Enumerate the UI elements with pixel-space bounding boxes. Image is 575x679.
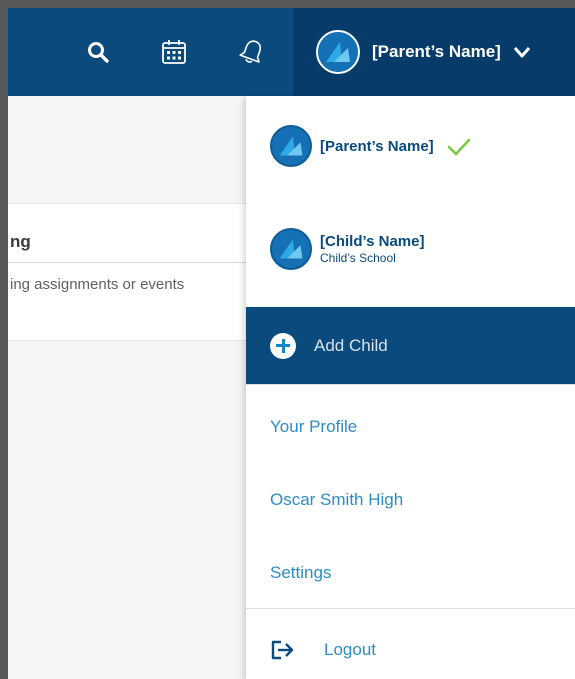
bell-icon bbox=[239, 40, 262, 63]
avatar bbox=[270, 125, 312, 167]
account-text: [Child’s Name] Child’s School bbox=[320, 233, 424, 265]
account-name: [Parent’s Name] bbox=[320, 137, 434, 155]
logout-icon bbox=[271, 640, 294, 660]
divider bbox=[246, 384, 575, 385]
logout-label: Logout bbox=[324, 640, 376, 659]
add-child-label: Add Child bbox=[314, 335, 388, 355]
logout-button[interactable]: Logout bbox=[270, 626, 376, 674]
card-empty-message: ing assignments or events bbox=[10, 276, 185, 293]
divider bbox=[246, 608, 575, 609]
school-link[interactable]: Oscar Smith High bbox=[270, 490, 403, 510]
user-avatar-icon bbox=[272, 127, 310, 165]
checkmark-icon bbox=[447, 138, 470, 156]
user-dropdown-menu: [Parent’s Name] [Child’s Name] Child’s S… bbox=[246, 96, 575, 679]
plus-circle-icon bbox=[270, 332, 296, 359]
chevron-down-icon bbox=[513, 47, 530, 58]
calendar-icon bbox=[162, 40, 186, 64]
account-item-child[interactable]: [Child’s Name] Child’s School bbox=[246, 199, 575, 299]
notifications-button[interactable] bbox=[232, 32, 272, 72]
account-name: [Child’s Name] bbox=[320, 233, 425, 250]
avatar bbox=[270, 228, 312, 270]
app-window: [Parent’s Name] ng ing assignments or ev… bbox=[8, 8, 575, 679]
user-menu-toggle[interactable]: [Parent’s Name] bbox=[316, 28, 531, 76]
upcoming-card: ng ing assignments or events bbox=[8, 203, 268, 341]
user-avatar-icon bbox=[272, 230, 310, 268]
calendar-button[interactable] bbox=[154, 32, 194, 72]
account-item-parent[interactable]: [Parent’s Name] bbox=[246, 96, 575, 196]
search-button[interactable] bbox=[78, 32, 118, 72]
search-icon bbox=[88, 42, 109, 63]
your-profile-link[interactable]: Your Profile bbox=[270, 417, 357, 437]
account-school: Child’s School bbox=[320, 251, 396, 265]
add-child-button[interactable]: Add Child bbox=[246, 307, 575, 384]
card-title: ng bbox=[10, 232, 31, 251]
avatar bbox=[316, 30, 360, 74]
user-avatar-icon bbox=[318, 32, 358, 72]
settings-link[interactable]: Settings bbox=[270, 563, 331, 583]
top-navigation-bar: [Parent’s Name] bbox=[8, 8, 575, 96]
divider bbox=[8, 262, 256, 263]
header-user-name: [Parent’s Name] bbox=[372, 42, 501, 61]
